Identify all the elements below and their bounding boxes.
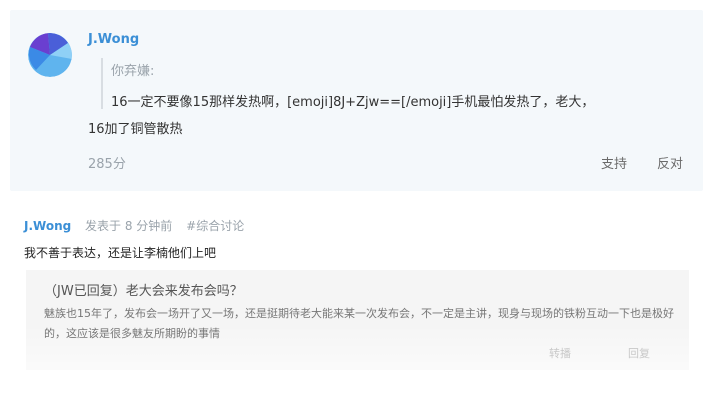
avatar-image [28,33,72,77]
score: 285分 [88,157,126,172]
topic-tag[interactable]: #综合讨论 [186,219,244,233]
username[interactable]: J.Wong [88,32,139,47]
replied-post-title[interactable]: （JW已回复）老大会来发布会吗？ [44,280,243,299]
replied-post-box: （JW已回复）老大会来发布会吗？ 魅族也15年了，发布会一场开了又一场，还是挺期… [26,270,689,370]
quote-text-continued: 16加了铜管散热 [88,122,183,137]
timestamp: 发表于 8 分钟前 [85,219,173,233]
oppose-button[interactable]: 反对 [657,153,683,172]
forward-button[interactable]: 转播 [549,345,571,361]
support-button[interactable]: 支持 [601,153,627,172]
quote-text: 16一定不要像15那样发热啊，[emoji]8J+Zjw==[/emoji]手机… [111,95,595,110]
avatar[interactable] [28,33,72,77]
comment-meta: J.Wong 发表于 8 分钟前 #综合讨论 [24,217,244,234]
username[interactable]: J.Wong [24,219,71,233]
quote-label: 你弃嫌: [111,64,155,79]
comment-text: 我不善于表达，还是让李楠他们上吧 [24,246,217,260]
quote-divider [101,58,103,109]
reply-button[interactable]: 回复 [628,345,650,361]
replied-post-text: 魅族也15年了，发布会一场开了又一场，还是挺期待老大能来某一次发布会，不一定是主… [44,307,674,340]
